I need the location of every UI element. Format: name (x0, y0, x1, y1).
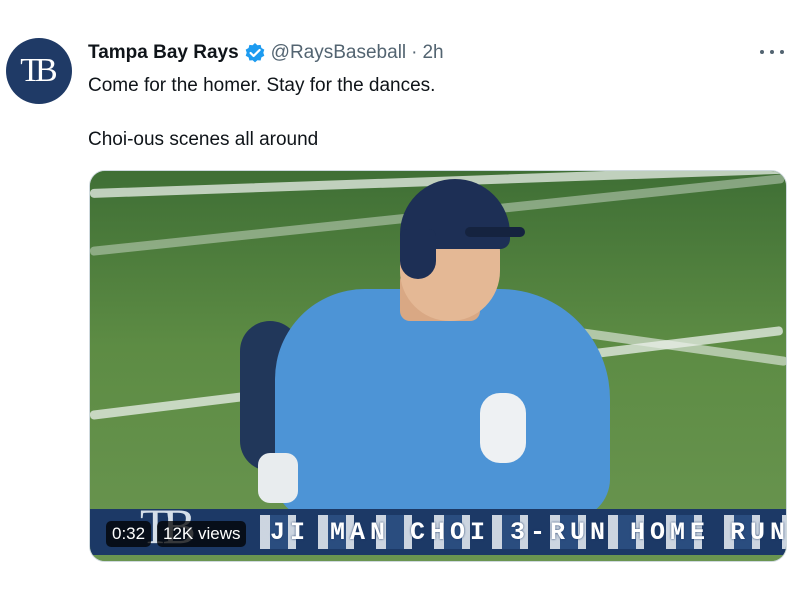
user-handle[interactable]: @RaysBaseball (271, 42, 406, 64)
tweet-timestamp[interactable]: 2h (422, 42, 443, 64)
more-options-icon[interactable] (760, 42, 784, 62)
baseball-player-figure (240, 171, 630, 561)
tweet-text: Come for the homer. Stay for the dances.… (88, 72, 778, 153)
verified-badge-icon (244, 42, 266, 64)
avatar-logo: TB (20, 52, 58, 89)
avatar[interactable]: TB (6, 38, 72, 104)
lower-third-caption: JI MAN CHOI 3-RUN HOME RUN (270, 518, 787, 547)
batting-glove (258, 453, 298, 503)
tweet-text-line: Come for the homer. Stay for the dances. (88, 75, 436, 96)
tweet-text-line: Choi-ous scenes all around (88, 129, 319, 150)
player-jersey (275, 289, 610, 519)
batting-glove (480, 393, 526, 463)
tweet-header: Tampa Bay Rays @RaysBaseball · 2h (88, 40, 444, 66)
header-separator: · (411, 42, 418, 63)
helmet-brim (465, 227, 525, 237)
helmet-earflap (400, 229, 436, 279)
display-name[interactable]: Tampa Bay Rays (88, 42, 239, 64)
video-views-badge: 12K views (157, 521, 247, 547)
video-duration-badge: 0:32 (106, 521, 152, 547)
video-player[interactable]: JI MAN CHOI 3-RUN HOME RUN TB 0:32 12K v… (89, 170, 787, 562)
